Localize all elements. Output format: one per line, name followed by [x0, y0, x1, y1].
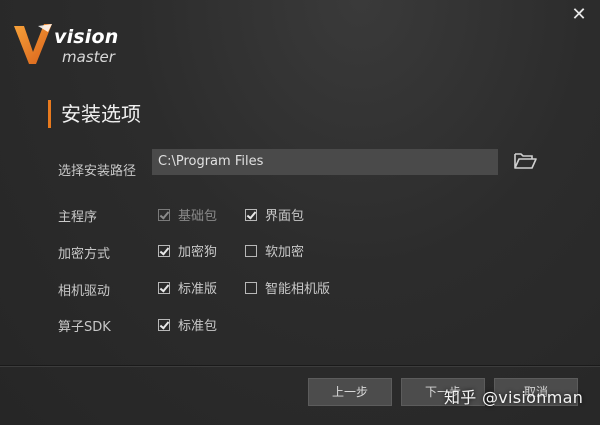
checkbox-box	[245, 244, 257, 257]
camera-driver-label: 相机驱动	[58, 284, 111, 299]
watermark: 知乎 @visionman	[444, 388, 584, 407]
logo-master-text: master	[62, 48, 115, 66]
checkbox-label: 软加密	[265, 245, 305, 260]
checkbox-dongle[interactable]: 加密狗	[158, 241, 217, 260]
checkbox-box	[158, 208, 170, 221]
folder-open-icon	[514, 153, 537, 169]
checkbox-standard-camera[interactable]: 标准版	[158, 278, 217, 297]
section-title: 安装选项	[48, 100, 141, 128]
checkbox-box	[245, 208, 257, 221]
browse-folder-button[interactable]	[512, 150, 538, 174]
checkbox-ui-package[interactable]: 界面包	[245, 205, 304, 224]
main-program-label: 主程序	[58, 210, 98, 225]
checkbox-label: 界面包	[265, 209, 305, 224]
checkbox-smart-camera[interactable]: 智能相机版	[245, 278, 330, 297]
checkbox-label: 标准包	[178, 319, 218, 334]
checkbox-label: 基础包	[178, 209, 218, 224]
close-icon: ✕	[571, 4, 587, 25]
operator-sdk-label: 算子SDK	[58, 320, 111, 335]
install-path-input[interactable]	[152, 149, 498, 175]
logo: vision master	[12, 22, 132, 72]
install-path-label: 选择安装路径	[58, 164, 137, 179]
checkbox-box	[158, 281, 170, 294]
close-button[interactable]: ✕	[568, 4, 590, 26]
logo-vision-text: vision	[54, 26, 119, 48]
logo-v-icon	[14, 24, 52, 64]
checkbox-box	[158, 318, 170, 331]
installer-window: ✕ vision master 安装选项 选择安装路径 主程序 基础包	[0, 0, 600, 425]
previous-button[interactable]: 上一步	[308, 378, 392, 406]
checkbox-box	[158, 244, 170, 257]
checkbox-label: 智能相机版	[265, 282, 331, 297]
checkbox-label: 加密狗	[178, 245, 218, 260]
footer-divider	[0, 365, 600, 366]
checkbox-box	[245, 281, 257, 294]
checkbox-label: 标准版	[178, 282, 218, 297]
checkbox-sdk-standard[interactable]: 标准包	[158, 315, 217, 334]
checkbox-software-encryption[interactable]: 软加密	[245, 241, 304, 260]
checkbox-basic-package[interactable]: 基础包	[158, 205, 217, 224]
encryption-method-label: 加密方式	[58, 247, 111, 262]
